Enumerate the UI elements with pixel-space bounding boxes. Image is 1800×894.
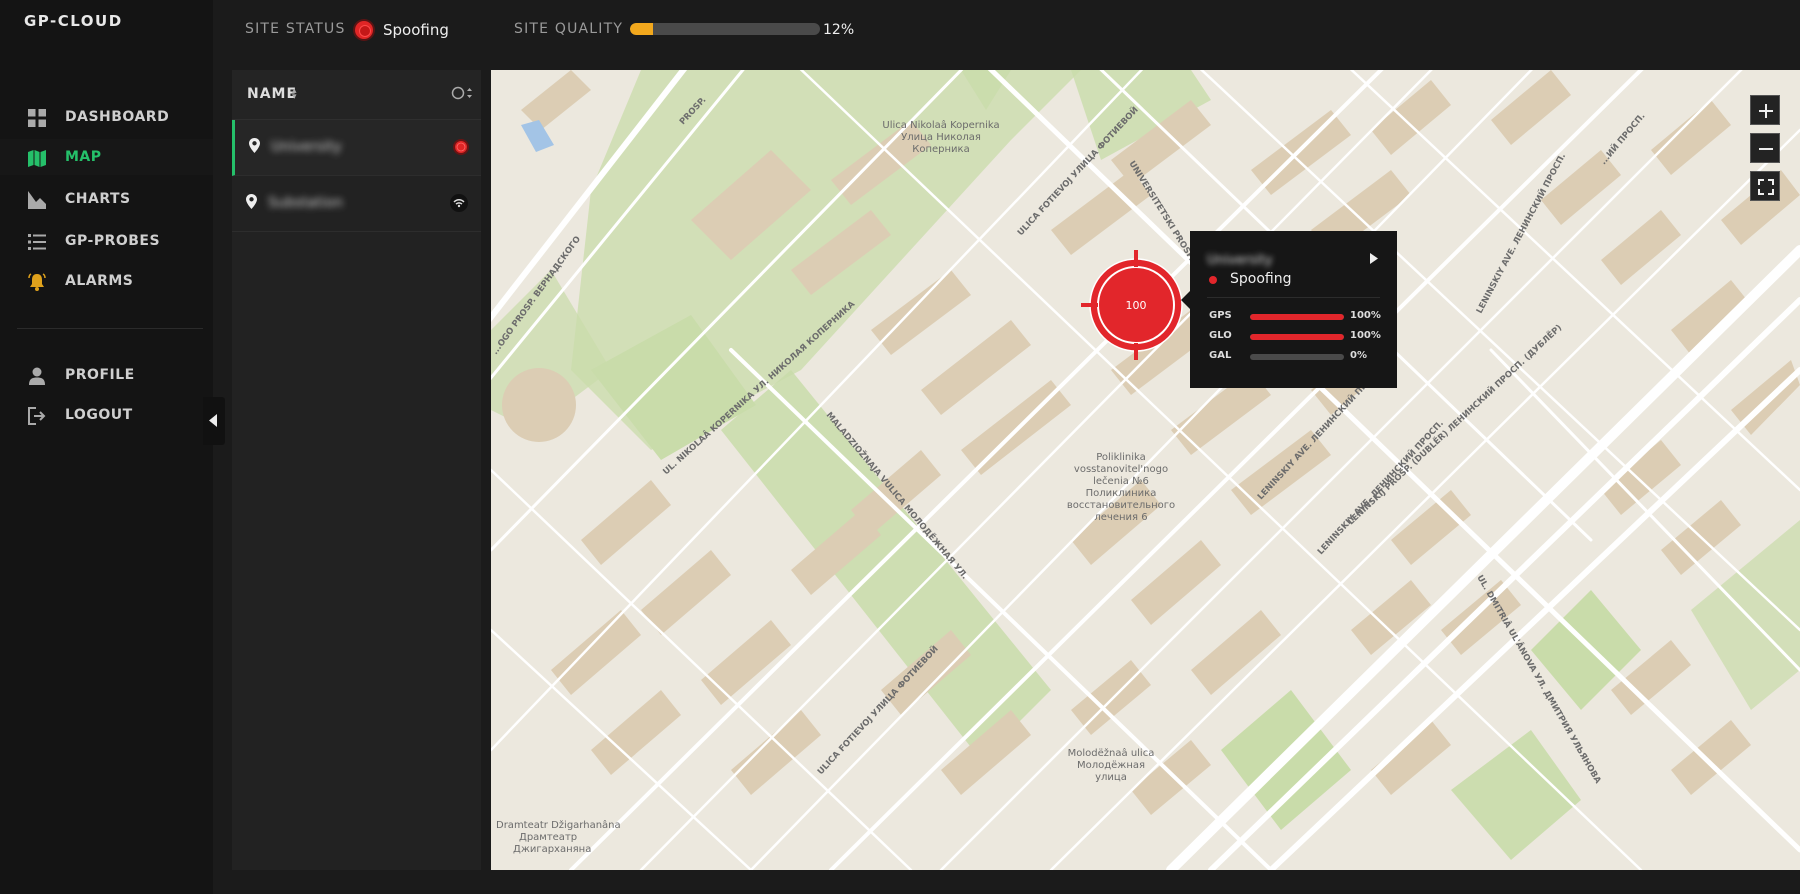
nav-item-map[interactable]: MAP	[0, 139, 213, 175]
site-name: University	[271, 139, 342, 155]
signal-label: GLO	[1209, 330, 1232, 341]
map-label: Ulica Nikolaâ Kopernika	[882, 119, 999, 131]
signal-bar-fill	[1250, 334, 1344, 340]
map-label: лечения 6	[1094, 512, 1147, 523]
map-label: Molodëžnaâ ulica	[1068, 747, 1155, 759]
sort-arrows-icon[interactable]: ▴ ▾	[292, 87, 297, 102]
app-root: GP-CLOUD DASHBOARD MAP CHARTS GP-PROBES …	[0, 0, 1800, 894]
map-label: улица	[1095, 772, 1127, 783]
nav-divider	[17, 328, 203, 329]
list-icon	[28, 234, 46, 250]
popup-site-name: University	[1207, 253, 1273, 268]
plus-icon	[1759, 104, 1773, 118]
nav-label-logout: LOGOUT	[65, 407, 133, 423]
nav-item-profile[interactable]: PROFILE	[0, 357, 213, 393]
site-name: Substation	[268, 195, 343, 211]
site-status-value: Spoofing	[383, 21, 449, 39]
status-circle-icon	[451, 86, 472, 100]
location-pin-icon	[249, 138, 260, 153]
site-info-popup: University Spoofing GPS 100% GLO 100% GA…	[1181, 231, 1397, 388]
map-canvas[interactable]: Ulica Nikolaâ Kopernika Улица Николая Ко…	[491, 70, 1800, 870]
signal-status-icon	[450, 194, 468, 212]
map-label: Poliklinika	[1096, 452, 1146, 463]
map-label: Улица Николая	[901, 132, 981, 143]
signal-bar	[1250, 314, 1344, 320]
zoom-in-button[interactable]	[1750, 95, 1780, 125]
column-header-name[interactable]: NAME	[247, 86, 297, 102]
spoofing-marker[interactable]: 100	[1081, 245, 1191, 365]
signal-value: 100%	[1350, 330, 1381, 341]
signal-bar-fill	[1250, 314, 1344, 320]
map-label: vosstanovitel'nogo	[1074, 464, 1168, 475]
nav-label-charts: CHARTS	[65, 191, 131, 207]
site-list-row[interactable]: University	[232, 120, 481, 176]
nav-item-alarms[interactable]: ALARMS	[0, 263, 213, 299]
status-dot-icon	[1209, 276, 1217, 284]
site-status-alert-icon	[355, 21, 373, 39]
site-quality-bar-fill	[630, 23, 653, 35]
map-label: Коперника	[912, 144, 969, 155]
map-base-layer: Ulica Nikolaâ Kopernika Улица Николая Ко…	[491, 70, 1800, 870]
site-quality-value: 12%	[823, 22, 855, 38]
map-label: восстановительного	[1067, 500, 1175, 511]
nav-item-logout[interactable]: LOGOUT	[0, 397, 213, 433]
signal-row-gps: GPS 100%	[1190, 310, 1397, 326]
site-list-header: NAME ▴ ▾	[232, 70, 481, 120]
fullscreen-icon	[1758, 179, 1774, 195]
map-label: Поликлиника	[1086, 488, 1157, 499]
logout-icon	[28, 407, 46, 425]
stadium-circle	[502, 368, 576, 442]
map-label: Джигарханяна	[513, 844, 591, 855]
nav-label-map: MAP	[65, 149, 102, 165]
nav-label-dashboard: DASHBOARD	[65, 109, 170, 125]
nav-item-gp-probes[interactable]: GP-PROBES	[0, 223, 213, 259]
spoofing-status-icon	[453, 139, 469, 155]
location-pin-icon	[246, 194, 257, 209]
marker-value: 100	[1126, 299, 1147, 312]
sidebar-collapse-button[interactable]	[203, 397, 225, 445]
signal-value: 0%	[1350, 350, 1367, 361]
signal-label: GAL	[1209, 350, 1232, 361]
signal-row-gal: GAL 0%	[1190, 350, 1397, 366]
fullscreen-button[interactable]	[1750, 171, 1780, 201]
map-icon	[28, 150, 46, 167]
nav-item-dashboard[interactable]: DASHBOARD	[0, 99, 213, 135]
user-icon	[29, 367, 45, 385]
nav-item-charts[interactable]: CHARTS	[0, 181, 213, 217]
nav-label-alarms: ALARMS	[65, 273, 134, 289]
signal-label: GPS	[1209, 310, 1232, 321]
map-label: Dramteatr Džigarhanâna	[496, 819, 621, 831]
site-status-label: SITE STATUS	[245, 21, 346, 37]
site-list-row[interactable]: Substation	[232, 176, 481, 232]
sidebar: GP-CLOUD DASHBOARD MAP CHARTS GP-PROBES …	[0, 0, 225, 894]
nav-label-profile: PROFILE	[65, 367, 135, 383]
map-label: Драмтеатр	[519, 832, 577, 843]
dashboard-grid-icon	[28, 109, 46, 127]
site-list-panel: NAME ▴ ▾ University Substation	[232, 70, 481, 870]
brand-logo: GP-CLOUD	[24, 12, 123, 30]
map-label: Молодёжная	[1077, 760, 1145, 771]
site-quality-bar	[630, 23, 820, 35]
minus-icon	[1759, 148, 1773, 150]
area-chart-icon	[28, 191, 46, 209]
zoom-out-button[interactable]	[1750, 133, 1780, 163]
site-quality-label: SITE QUALITY	[514, 21, 624, 37]
signal-value: 100%	[1350, 310, 1381, 321]
popup-status: Spoofing	[1230, 271, 1292, 287]
status-sort-button[interactable]	[451, 85, 473, 105]
signal-bar	[1250, 334, 1344, 340]
signal-row-glo: GLO 100%	[1190, 330, 1397, 346]
nav-label-gp-probes: GP-PROBES	[65, 233, 161, 249]
signal-bar	[1250, 354, 1344, 360]
caret-left-icon	[209, 414, 217, 427]
popup-divider	[1207, 297, 1380, 298]
top-bar: SITE STATUS Spoofing SITE QUALITY 12%	[213, 0, 1800, 60]
bell-icon	[28, 273, 46, 291]
map-label: lečenia №6	[1093, 475, 1149, 487]
caret-right-icon[interactable]	[1370, 253, 1378, 264]
